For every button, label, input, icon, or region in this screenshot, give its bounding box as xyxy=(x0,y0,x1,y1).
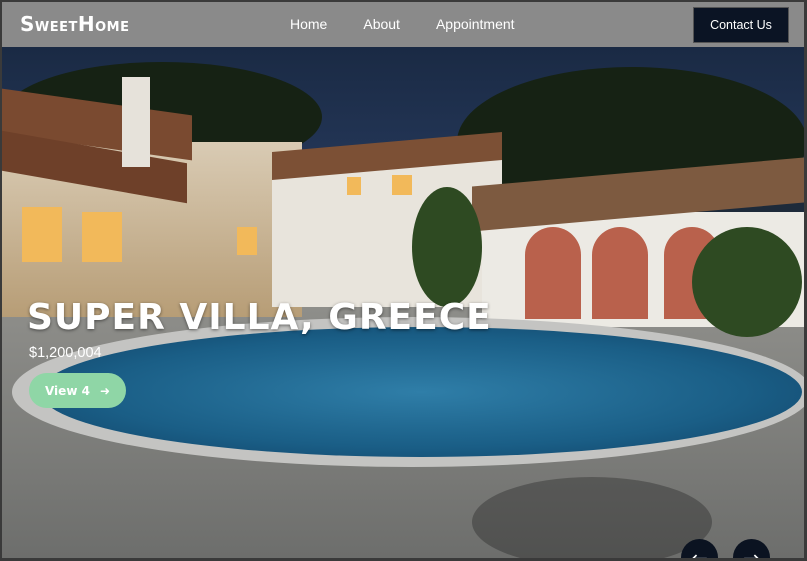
villa-arch xyxy=(525,227,581,319)
site-logo[interactable]: SWEETHOME xyxy=(20,12,130,36)
arrow-right-icon: → xyxy=(743,545,760,559)
palm-plant xyxy=(692,227,802,337)
browser-viewport: SWEETHOME Home About Appointment Contact… xyxy=(2,2,804,558)
nav-about-link[interactable]: About xyxy=(363,16,400,32)
nav-appointment-link[interactable]: Appointment xyxy=(436,16,515,32)
lit-window xyxy=(22,207,62,262)
hero-slide: SUPER VILLA, GREECE $1,200,004 View 4 ➜ … xyxy=(2,47,804,558)
property-title: SUPER VILLA, GREECE xyxy=(27,297,492,338)
villa-chimney xyxy=(122,77,150,167)
arrow-right-icon: ➜ xyxy=(99,383,110,398)
lit-window xyxy=(82,212,122,262)
lit-window xyxy=(347,177,361,195)
main-nav: Home About Appointment xyxy=(290,16,551,32)
view-button-label: View 4 xyxy=(44,383,90,398)
view-property-button[interactable]: View 4 ➜ xyxy=(29,373,126,408)
vine-plant xyxy=(412,187,482,307)
nav-home-link[interactable]: Home xyxy=(290,16,327,32)
swimming-pool xyxy=(40,327,802,457)
lit-window xyxy=(392,175,412,195)
property-price: $1,200,004 xyxy=(29,345,102,361)
contact-us-button[interactable]: Contact Us xyxy=(693,7,789,43)
lit-window xyxy=(237,227,257,255)
arrow-left-icon: ← xyxy=(691,545,708,559)
villa-arch xyxy=(592,227,648,319)
site-header: SWEETHOME Home About Appointment Contact… xyxy=(2,2,804,47)
palm-shadow xyxy=(472,477,712,558)
